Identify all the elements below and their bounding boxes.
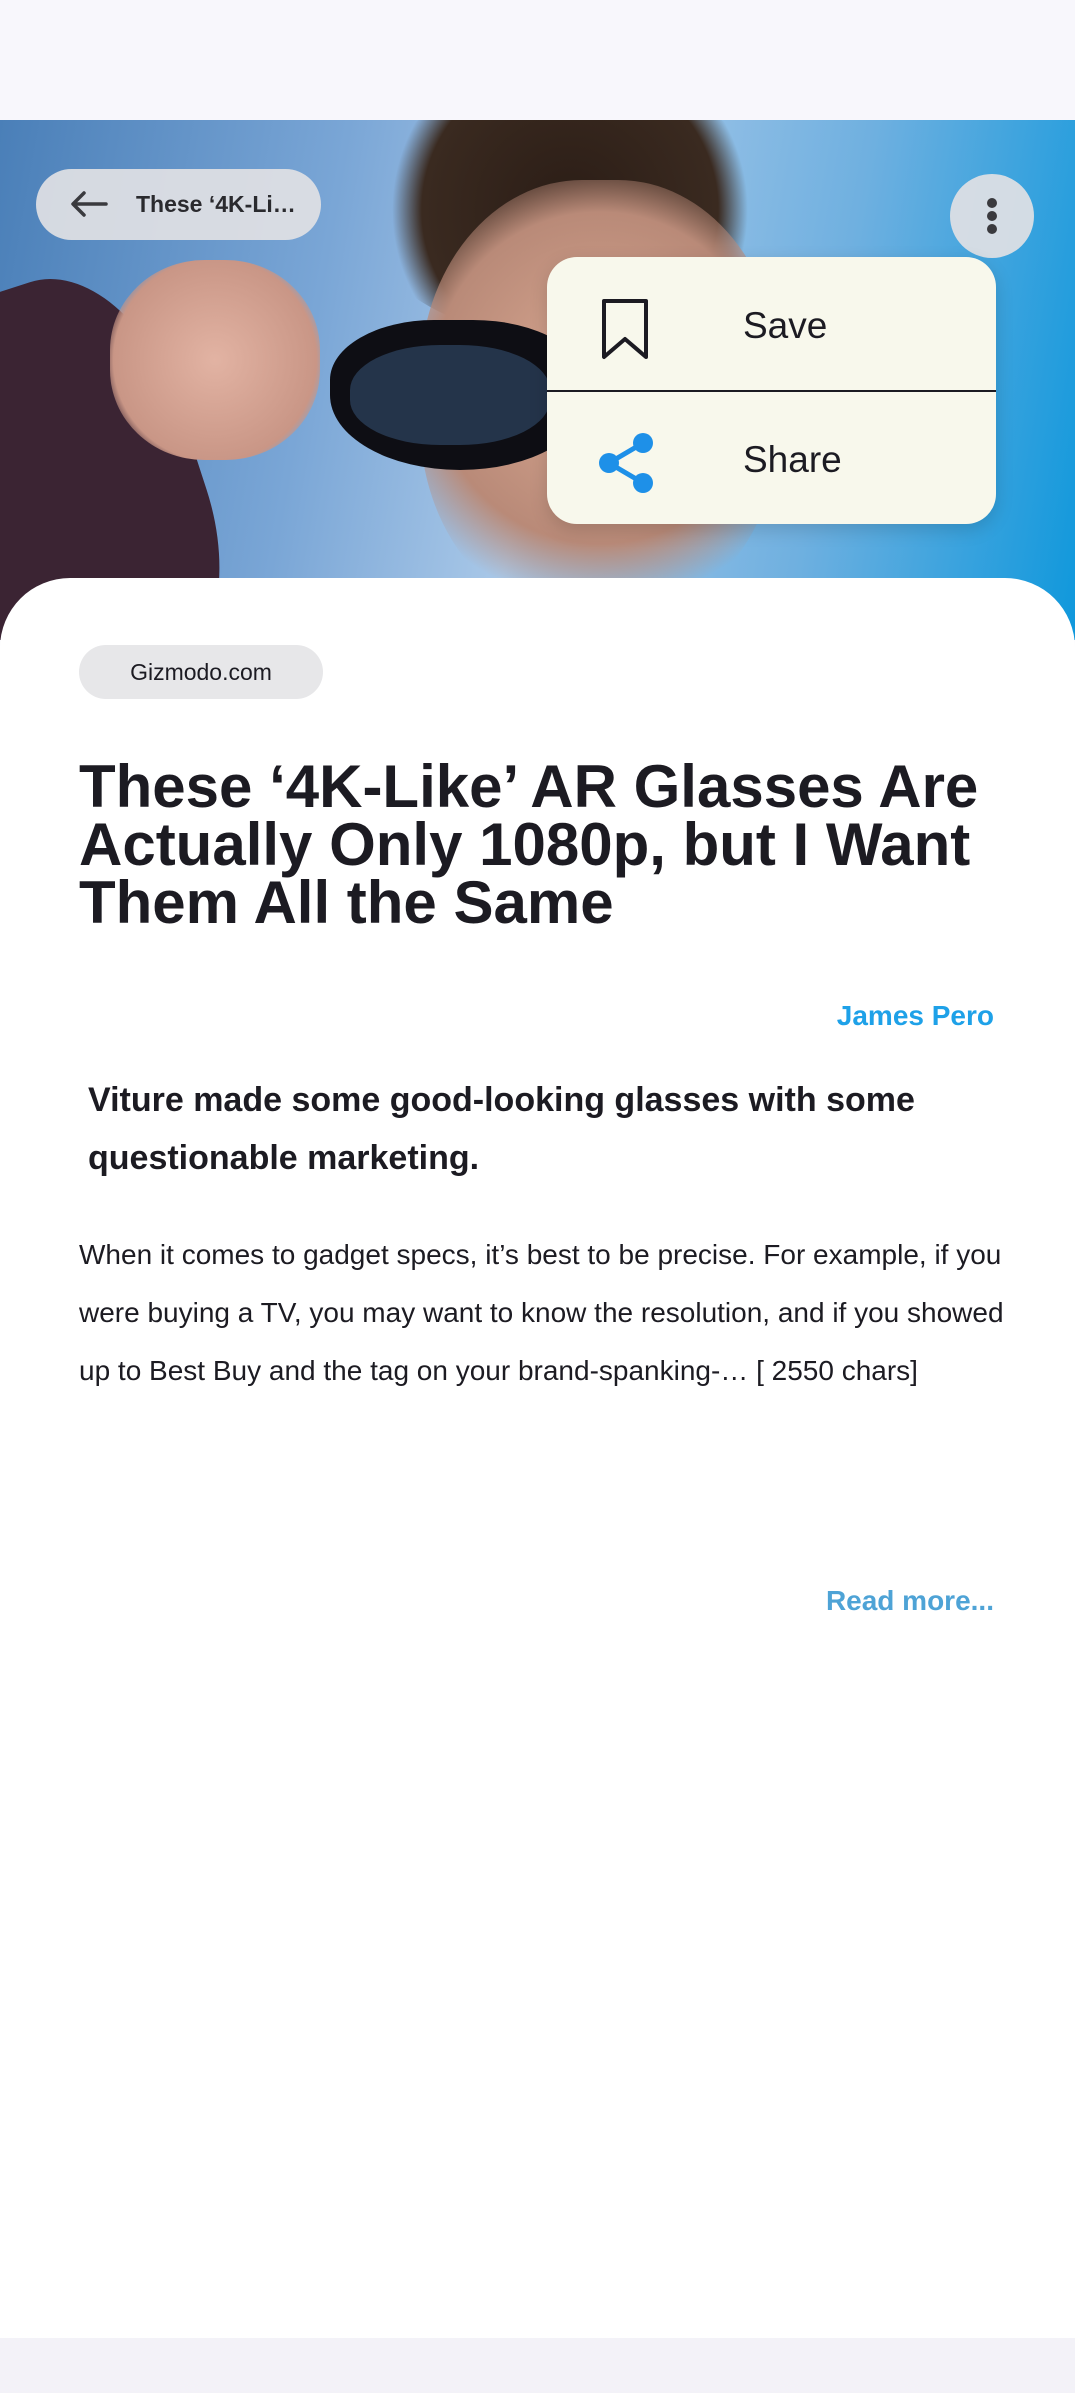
arrow-left-icon: [71, 191, 108, 217]
bookmark-icon: [602, 299, 648, 359]
menu-item-label: Share: [743, 439, 842, 480]
menu-item-share[interactable]: Share: [547, 391, 996, 524]
more-options-button[interactable]: [950, 174, 1034, 258]
share-icon: [599, 433, 653, 493]
back-button[interactable]: These ‘4K-Li…: [36, 169, 321, 240]
toolbar-title: These ‘4K-Li…: [136, 191, 296, 217]
article-author[interactable]: James Pero: [837, 1000, 994, 1032]
article-body: When it comes to gadget specs, it’s best…: [79, 1239, 1004, 1386]
menu-item-save[interactable]: Save: [547, 257, 996, 392]
navigation-bar: [0, 2338, 1075, 2393]
read-more-link[interactable]: Read more...: [826, 1585, 994, 1617]
article-subtitle: Viture made some good-looking glasses wi…: [88, 1081, 915, 1177]
menu-item-label: Save: [743, 305, 828, 346]
status-bar: [0, 0, 1075, 120]
options-menu: Save Share: [547, 257, 996, 524]
source-chip[interactable]: Gizmodo.com: [79, 645, 323, 699]
article-title: These ‘4K-Like’ AR Glasses Are Actually …: [79, 753, 979, 936]
